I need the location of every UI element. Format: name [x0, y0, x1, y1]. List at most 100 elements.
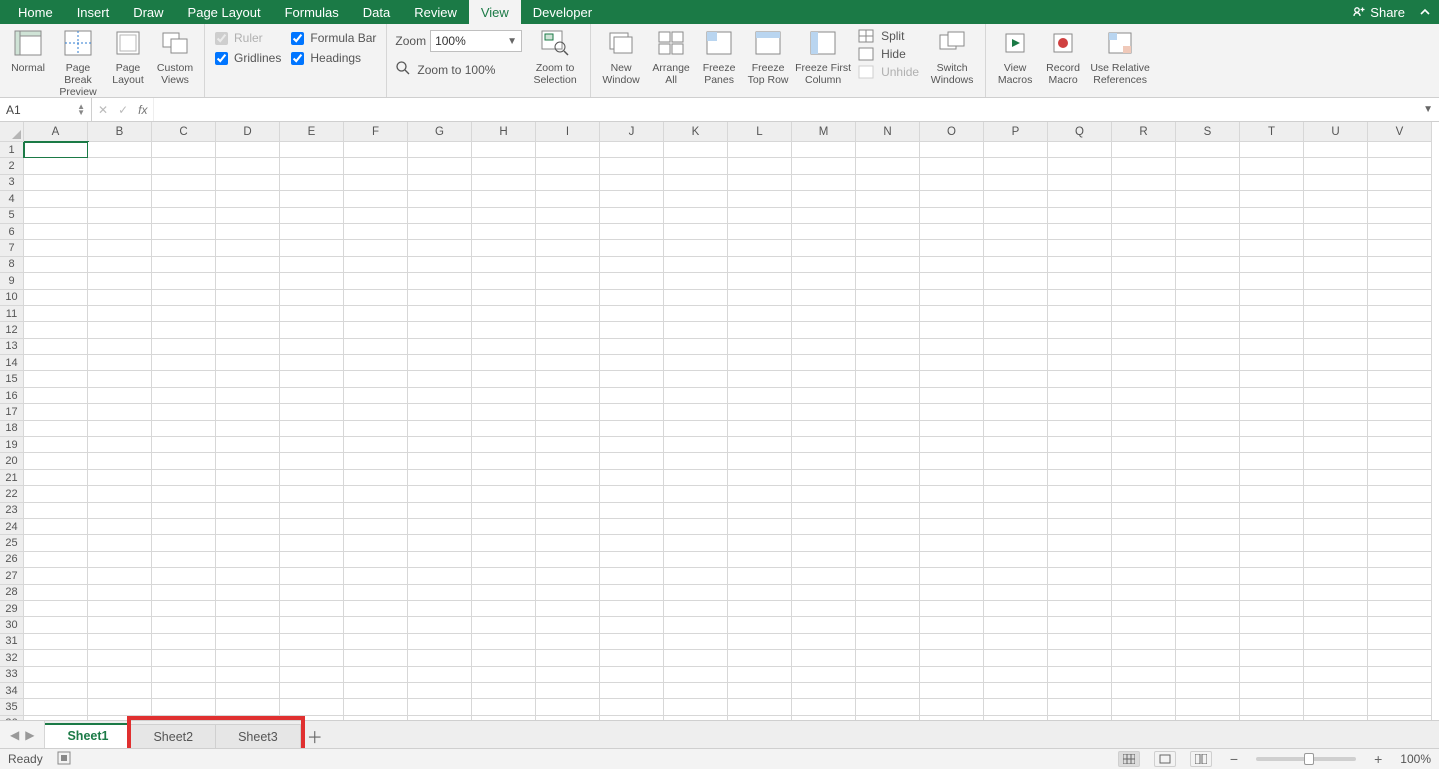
cell[interactable] — [792, 699, 856, 715]
cell[interactable] — [280, 535, 344, 551]
cell[interactable] — [88, 306, 152, 322]
custom-views-button[interactable]: Custom Views — [152, 28, 198, 86]
cell[interactable] — [344, 355, 408, 371]
cell[interactable] — [664, 224, 728, 240]
headings-checkbox[interactable]: Headings — [291, 51, 376, 65]
cell[interactable] — [88, 273, 152, 289]
cell[interactable] — [344, 699, 408, 715]
cell[interactable] — [472, 683, 536, 699]
cell[interactable] — [280, 175, 344, 191]
zoom-out-button[interactable]: − — [1226, 751, 1242, 767]
cell[interactable] — [344, 486, 408, 502]
cell[interactable] — [1112, 699, 1176, 715]
cell[interactable] — [1048, 142, 1112, 158]
cell[interactable] — [1112, 585, 1176, 601]
cell[interactable] — [1240, 273, 1304, 289]
cell[interactable] — [600, 552, 664, 568]
cell[interactable] — [984, 273, 1048, 289]
cell[interactable] — [88, 667, 152, 683]
cell[interactable] — [600, 486, 664, 502]
cell[interactable] — [920, 355, 984, 371]
cell[interactable] — [792, 158, 856, 174]
cell[interactable] — [984, 224, 1048, 240]
cell[interactable] — [1368, 421, 1432, 437]
status-view-page-break[interactable] — [1190, 751, 1212, 767]
cell[interactable] — [1368, 667, 1432, 683]
cell[interactable] — [408, 486, 472, 502]
cell[interactable] — [664, 634, 728, 650]
cell[interactable] — [984, 257, 1048, 273]
cell[interactable] — [24, 306, 88, 322]
cell[interactable] — [792, 486, 856, 502]
freeze-top-row-button[interactable]: Freeze Top Row — [743, 28, 793, 86]
cell[interactable] — [216, 503, 280, 519]
cell[interactable] — [1368, 486, 1432, 502]
row-header[interactable]: 34 — [0, 683, 24, 699]
column-header[interactable]: M — [792, 122, 856, 142]
cell[interactable] — [408, 208, 472, 224]
cell[interactable] — [1112, 142, 1176, 158]
cell[interactable] — [216, 257, 280, 273]
cell[interactable] — [1176, 306, 1240, 322]
cell[interactable] — [1176, 568, 1240, 584]
cell[interactable] — [792, 224, 856, 240]
cell[interactable] — [1048, 208, 1112, 224]
cell[interactable] — [24, 568, 88, 584]
row-header[interactable]: 10 — [0, 290, 24, 306]
cell[interactable] — [984, 699, 1048, 715]
cell[interactable] — [1176, 208, 1240, 224]
cell[interactable] — [472, 224, 536, 240]
row-header[interactable]: 3 — [0, 175, 24, 191]
cell[interactable] — [216, 552, 280, 568]
cell[interactable] — [856, 322, 920, 338]
cell[interactable] — [1112, 437, 1176, 453]
cell[interactable] — [24, 322, 88, 338]
cell[interactable] — [728, 371, 792, 387]
cell[interactable] — [1240, 519, 1304, 535]
cell[interactable] — [600, 535, 664, 551]
cell[interactable] — [1048, 535, 1112, 551]
cell[interactable] — [344, 585, 408, 601]
cell[interactable] — [1368, 650, 1432, 666]
cell[interactable] — [1112, 667, 1176, 683]
cell[interactable] — [536, 486, 600, 502]
fx-label[interactable]: fx — [138, 103, 147, 117]
cell[interactable] — [536, 371, 600, 387]
row-header[interactable]: 7 — [0, 240, 24, 256]
cell[interactable] — [920, 142, 984, 158]
cell[interactable] — [472, 371, 536, 387]
cell[interactable] — [472, 208, 536, 224]
cell[interactable] — [856, 503, 920, 519]
cell[interactable] — [280, 437, 344, 453]
cell[interactable] — [1368, 240, 1432, 256]
cell[interactable] — [1176, 175, 1240, 191]
cell[interactable] — [344, 191, 408, 207]
cell[interactable] — [600, 257, 664, 273]
cell[interactable] — [792, 667, 856, 683]
cell[interactable] — [1048, 683, 1112, 699]
cell[interactable] — [536, 535, 600, 551]
cell[interactable] — [472, 404, 536, 420]
cell[interactable] — [600, 470, 664, 486]
cell[interactable] — [88, 617, 152, 633]
cell[interactable] — [600, 453, 664, 469]
cell[interactable] — [792, 585, 856, 601]
cell[interactable] — [1368, 552, 1432, 568]
cell[interactable] — [1176, 634, 1240, 650]
cell[interactable] — [1112, 617, 1176, 633]
cell[interactable] — [728, 568, 792, 584]
cell[interactable] — [984, 175, 1048, 191]
cell[interactable] — [1368, 699, 1432, 715]
cell[interactable] — [280, 667, 344, 683]
cell[interactable] — [728, 404, 792, 420]
cell[interactable] — [344, 437, 408, 453]
cell[interactable] — [152, 535, 216, 551]
cell[interactable] — [1048, 355, 1112, 371]
cell[interactable] — [1048, 388, 1112, 404]
cell[interactable] — [24, 191, 88, 207]
cell[interactable] — [152, 142, 216, 158]
cell[interactable] — [344, 519, 408, 535]
cell[interactable] — [280, 322, 344, 338]
cell[interactable] — [1176, 404, 1240, 420]
cell[interactable] — [920, 175, 984, 191]
